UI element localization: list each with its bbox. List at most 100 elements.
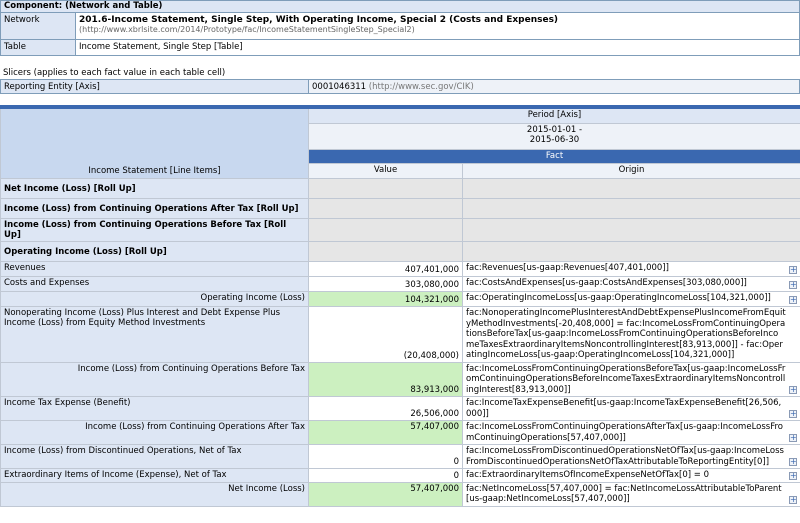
origin-column-header: Origin xyxy=(462,163,800,179)
row-origin: fac:IncomeTaxExpenseBenefit[us-gaap:Inco… xyxy=(462,396,800,421)
row-label: Nonoperating Income (Loss) Plus Interest… xyxy=(0,306,309,363)
component-header: Component: (Network and Table) xyxy=(1,1,799,13)
rollup-row-net-income: Net Income (Loss) [Roll Up] xyxy=(0,178,800,199)
origin-text: fac:NetIncomeLoss[57,407,000] = fac:NetI… xyxy=(466,483,782,505)
period-value-header: 2015-01-01 - 2015-06-30 xyxy=(308,123,800,150)
value-column-header: Value xyxy=(308,163,463,179)
rollup-row-after-tax: Income (Loss) from Continuing Operations… xyxy=(0,198,800,219)
fact-table: Income Statement [Line Items] Period [Ax… xyxy=(0,105,800,507)
network-value: 201.6-Income Statement, Single Step, Wit… xyxy=(76,13,799,39)
component-panel: Component: (Network and Table) Network 2… xyxy=(0,0,800,56)
row-label: Extraordinary Items of Income (Expense),… xyxy=(0,468,309,483)
expand-icon[interactable]: + xyxy=(789,471,797,480)
network-url[interactable]: (http://www.xbrlsite.com/2014/Prototype/… xyxy=(79,25,796,34)
row-label: Income (Loss) from Discontinued Operatio… xyxy=(0,444,309,469)
row-origin: fac:IncomeLossFromContinuingOperationsBe… xyxy=(462,361,800,397)
slicer-value-cell: 0001046311 (http://www.sec.gov/CIK) xyxy=(309,80,799,93)
period-value: 2015-01-01 - 2015-06-30 xyxy=(526,125,583,145)
row-value: 303,080,000 xyxy=(308,276,463,292)
row-label: Revenues xyxy=(0,261,309,277)
rollup-origin-cell xyxy=(462,241,800,262)
expand-icon[interactable]: + xyxy=(789,266,797,274)
origin-text: fac:ExtraordinaryItemsOfIncomeExpenseNet… xyxy=(466,470,710,480)
slicers-title: Slicers (applies to each fact value in e… xyxy=(3,68,226,78)
row-value: 83,913,000 xyxy=(308,361,463,397)
rollup-value-cell xyxy=(308,178,463,199)
row-label: Income (Loss) from Continuing Operations… xyxy=(0,420,309,445)
row-label: Income Tax Expense (Benefit) xyxy=(0,396,309,421)
origin-text: fac:CostsAndExpenses[us-gaap:CostsAndExp… xyxy=(466,278,747,288)
row-value: 57,407,000 xyxy=(308,481,463,507)
expand-icon[interactable]: + xyxy=(789,458,797,466)
rollup-row-operating: Operating Income (Loss) [Roll Up] xyxy=(0,241,800,262)
line-items-header: Income Statement [Line Items] xyxy=(0,108,309,179)
origin-text: fac:IncomeLossFromDiscontinuedOperations… xyxy=(466,446,784,467)
row-value: 0 xyxy=(308,444,463,469)
origin-text: fac:IncomeLossFromContinuingOperationsBe… xyxy=(466,363,786,395)
row-label: Income (Loss) from Continuing Operations… xyxy=(0,361,309,397)
fact-row-revenues: Revenues 407,401,000 fac:Revenues[us-gaa… xyxy=(0,261,800,277)
rollup-value-cell xyxy=(308,241,463,262)
rollup-row-before-tax: Income (Loss) from Continuing Operations… xyxy=(0,218,800,242)
network-row: Network 201.6-Income Statement, Single S… xyxy=(1,13,799,40)
rollup-label: Net Income (Loss) [Roll Up] xyxy=(0,178,309,199)
fact-row-costs: Costs and Expenses 303,080,000 fac:Costs… xyxy=(0,276,800,292)
row-value: 0 xyxy=(308,468,463,483)
expand-icon[interactable]: + xyxy=(789,410,797,418)
fact-row-net-income: Net Income (Loss) 57,407,000 fac:NetInco… xyxy=(0,481,800,507)
row-origin: fac:NetIncomeLoss[57,407,000] = fac:NetI… xyxy=(462,481,800,507)
expand-icon[interactable]: + xyxy=(789,434,797,442)
table-name: Income Statement, Single Step [Table] xyxy=(76,40,799,55)
network-title: 201.6-Income Statement, Single Step, Wit… xyxy=(79,15,559,25)
origin-text: fac:NonoperatingIncomePlusInterestAndDeb… xyxy=(466,308,786,360)
rollup-label: Operating Income (Loss) [Roll Up] xyxy=(0,241,309,262)
expand-icon[interactable]: + xyxy=(789,281,797,289)
origin-text: fac:OperatingIncomeLoss[us-gaap:Operatin… xyxy=(466,293,771,303)
origin-text: fac:IncomeTaxExpenseBenefit[us-gaap:Inco… xyxy=(466,398,782,419)
row-value: (20,408,000) xyxy=(308,306,463,363)
expand-icon[interactable]: + xyxy=(789,386,797,394)
fact-header: Fact xyxy=(308,149,800,164)
row-origin: fac:NonoperatingIncomePlusInterestAndDeb… xyxy=(462,306,800,363)
row-origin: fac:OperatingIncomeLoss[us-gaap:Operatin… xyxy=(462,291,800,307)
table-row-info: Table Income Statement, Single Step [Tab… xyxy=(1,40,799,55)
slicer-value: 0001046311 xyxy=(312,82,367,92)
row-value: 57,407,000 xyxy=(308,420,463,445)
rollup-origin-cell xyxy=(462,178,800,199)
rollup-value-cell xyxy=(308,218,463,242)
row-origin: fac:IncomeLossFromDiscontinuedOperations… xyxy=(462,444,800,469)
rollup-value-cell xyxy=(308,198,463,219)
slicer-row: Reporting Entity [Axis] 0001046311 (http… xyxy=(0,79,800,94)
origin-text: fac:Revenues[us-gaap:Revenues[407,401,00… xyxy=(466,263,669,273)
row-value: 407,401,000 xyxy=(308,261,463,277)
row-label: Net Income (Loss) xyxy=(0,481,309,507)
row-origin: fac:Revenues[us-gaap:Revenues[407,401,00… xyxy=(462,261,800,277)
fact-row-before-tax: Income (Loss) from Continuing Operations… xyxy=(0,361,800,397)
row-origin: fac:CostsAndExpenses[us-gaap:CostsAndExp… xyxy=(462,276,800,292)
period-axis-header: Period [Axis] xyxy=(308,108,800,124)
row-value: 26,506,000 xyxy=(308,396,463,421)
row-label: Costs and Expenses xyxy=(0,276,309,292)
fact-row-income-tax: Income Tax Expense (Benefit) 26,506,000 … xyxy=(0,396,800,421)
table-label: Table xyxy=(1,40,76,55)
header-row-axis: Income Statement [Line Items] Period [Ax… xyxy=(0,108,800,179)
slicer-url[interactable]: (http://www.sec.gov/CIK) xyxy=(369,82,474,92)
slicer-axis-label: Reporting Entity [Axis] xyxy=(1,80,309,93)
expand-icon[interactable]: + xyxy=(789,495,797,504)
fact-row-discontinued: Income (Loss) from Discontinued Operatio… xyxy=(0,444,800,469)
rollup-label: Income (Loss) from Continuing Operations… xyxy=(0,218,309,242)
row-origin: fac:IncomeLossFromContinuingOperationsAf… xyxy=(462,420,800,445)
fact-row-operating-income: Operating Income (Loss) 104,321,000 fac:… xyxy=(0,291,800,307)
row-origin: fac:ExtraordinaryItemsOfIncomeExpenseNet… xyxy=(462,468,800,483)
fact-row-nonoperating: Nonoperating Income (Loss) Plus Interest… xyxy=(0,306,800,363)
row-value: 104,321,000 xyxy=(308,291,463,307)
rollup-origin-cell xyxy=(462,218,800,242)
origin-text: fac:IncomeLossFromContinuingOperationsAf… xyxy=(466,422,783,443)
expand-icon[interactable]: + xyxy=(789,296,797,304)
rollup-label: Income (Loss) from Continuing Operations… xyxy=(0,198,309,219)
network-label: Network xyxy=(1,13,76,39)
rollup-origin-cell xyxy=(462,198,800,219)
row-label: Operating Income (Loss) xyxy=(0,291,309,307)
fact-row-extraordinary: Extraordinary Items of Income (Expense),… xyxy=(0,468,800,483)
fact-row-after-tax: Income (Loss) from Continuing Operations… xyxy=(0,420,800,445)
